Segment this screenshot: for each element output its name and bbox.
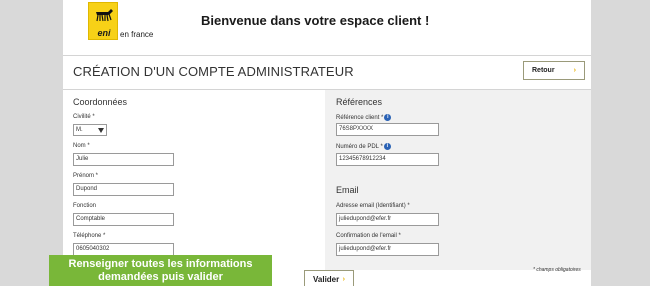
six-legged-dog-icon (96, 9, 113, 22)
fonction-input[interactable]: Comptable (73, 213, 174, 226)
prenom-input[interactable]: Dupond (73, 183, 174, 196)
welcome-heading: Bienvenue dans votre espace client ! (201, 13, 430, 28)
civilite-label: Civilité * (73, 114, 95, 120)
ref-client-label-text: Référence client * (336, 115, 384, 122)
chevron-right-icon: › (342, 275, 345, 283)
required-fields-note: * champs obligatoires (533, 267, 581, 273)
email-confirm-label: Confirmation de l'email * (336, 233, 401, 239)
instruction-line-2: demandées puis valider (98, 271, 223, 283)
civilite-select[interactable]: M. (73, 124, 107, 136)
nom-label: Nom * (73, 143, 90, 149)
back-button[interactable]: Retour › (523, 61, 585, 80)
nom-input[interactable]: Julie (73, 153, 174, 166)
info-icon[interactable]: i (384, 114, 392, 121)
references-heading: Références (336, 97, 383, 107)
pdl-label: Numéro de PDL * i (336, 143, 391, 150)
pdl-label-text: Numéro de PDL * (336, 144, 383, 151)
page-container: eni en france Bienvenue dans votre espac… (63, 0, 591, 286)
coordonnees-heading: Coordonnées (73, 97, 128, 107)
email-confirm-input[interactable]: juliedupond@efer.fr (336, 243, 439, 256)
ref-client-input[interactable]: 76S8PXXXX (336, 123, 439, 136)
caret-down-icon (98, 128, 104, 133)
page-title: CRÉATION D'UN COMPTE ADMINISTRATEUR (73, 64, 354, 79)
header: eni en france Bienvenue dans votre espac… (63, 0, 591, 50)
ref-client-label: Référence client * i (336, 114, 392, 122)
info-icon[interactable]: i (383, 143, 391, 150)
instruction-banner: Renseigner toutes les informations deman… (49, 255, 272, 286)
telephone-label: Téléphone * (73, 233, 106, 239)
instruction-line-1: Renseigner toutes les informations (68, 258, 253, 270)
submit-button[interactable]: Valider › (304, 270, 354, 286)
title-bar: CRÉATION D'UN COMPTE ADMINISTRATEUR Reto… (63, 55, 591, 90)
email-heading: Email (336, 185, 359, 195)
logo-text: eni (97, 28, 111, 38)
chevron-right-icon: › (573, 67, 576, 74)
submit-button-label: Valider (313, 274, 340, 284)
eni-logo: eni (88, 2, 118, 40)
email-address-label: Adresse email (Identifiant) * (336, 203, 410, 209)
brand-subtitle: en france (120, 30, 154, 39)
prenom-label: Prénom * (73, 173, 99, 179)
email-address-input[interactable]: juliedupond@efer.fr (336, 213, 439, 226)
civilite-value: M. (76, 127, 83, 133)
pdl-input[interactable]: 12345678912234 (336, 153, 439, 166)
back-button-label: Retour (532, 67, 555, 74)
fonction-label: Fonction (73, 203, 97, 209)
